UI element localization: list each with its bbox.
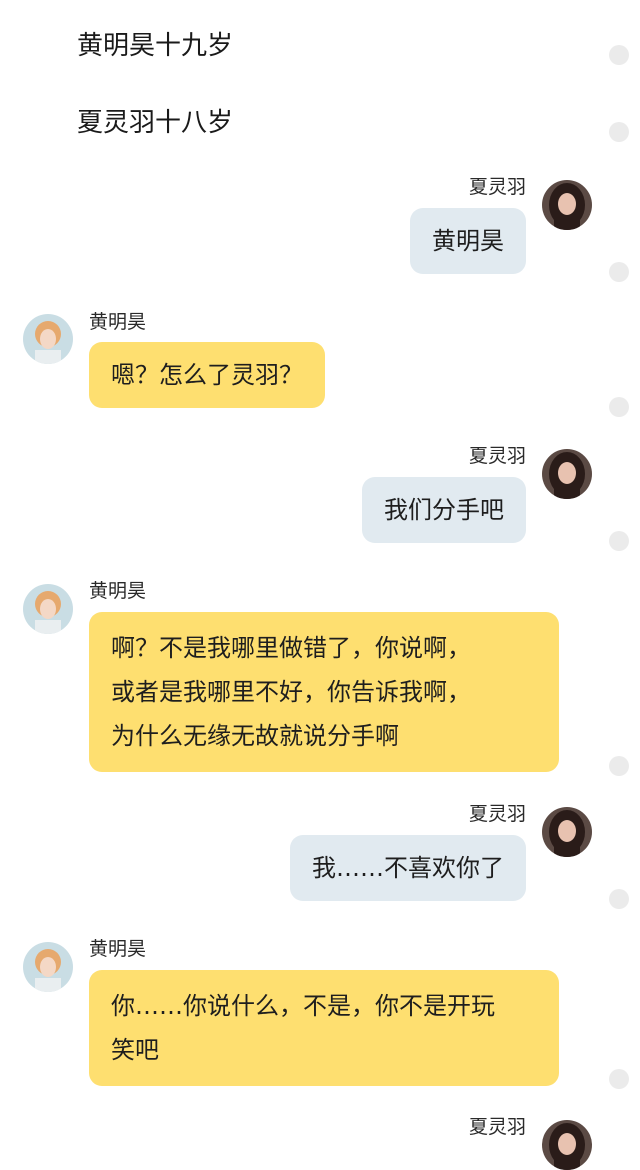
- status-dot-icon: [609, 45, 629, 65]
- his-avatar-icon[interactable]: [23, 942, 73, 992]
- sender-name: 夏灵羽: [468, 176, 526, 198]
- status-dot-icon: [609, 1069, 629, 1089]
- sender-name: 夏灵羽: [468, 803, 526, 825]
- message-line: 啊？不是我哪里做错了，你说啊，: [111, 634, 471, 662]
- message-bubble[interactable]: 我们分手吧: [362, 477, 526, 543]
- status-dot-icon: [609, 889, 629, 909]
- intro-line-2: 夏灵羽十八岁: [77, 108, 234, 138]
- my-avatar-icon[interactable]: [542, 1120, 592, 1170]
- message-line: 为什么无缘无故就说分手啊: [111, 722, 399, 750]
- status-dot-icon: [609, 756, 629, 776]
- message-bubble[interactable]: 嗯？怎么了灵羽？: [89, 342, 325, 408]
- message-bubble[interactable]: 我……不喜欢你了: [290, 835, 526, 901]
- sender-name: 夏灵羽: [468, 445, 526, 467]
- sender-name: 黄明昊: [89, 311, 147, 333]
- message-line: 你……你说什么，不是，你不是开玩: [111, 992, 495, 1020]
- sender-name: 黄明昊: [89, 580, 147, 602]
- his-avatar-icon[interactable]: [23, 314, 73, 364]
- message-line: 或者是我哪里不好，你告诉我啊，: [111, 678, 471, 706]
- status-dot-icon: [609, 262, 629, 282]
- status-dot-icon: [609, 531, 629, 551]
- his-avatar-icon[interactable]: [23, 584, 73, 634]
- message-bubble[interactable]: 你……你说什么，不是，你不是开玩 笑吧: [89, 970, 559, 1086]
- sender-name: 黄明昊: [89, 938, 147, 960]
- my-avatar-icon[interactable]: [542, 807, 592, 857]
- status-dot-icon: [609, 397, 629, 417]
- intro-line-1: 黄明昊十九岁: [77, 31, 234, 61]
- sender-name: 夏灵羽: [468, 1116, 526, 1138]
- message-bubble[interactable]: 黄明昊: [410, 208, 526, 274]
- message-bubble[interactable]: 啊？不是我哪里做错了，你说啊， 或者是我哪里不好，你告诉我啊， 为什么无缘无故就…: [89, 612, 559, 772]
- my-avatar-icon[interactable]: [542, 449, 592, 499]
- my-avatar-icon[interactable]: [542, 180, 592, 230]
- message-line: 笑吧: [111, 1036, 159, 1064]
- status-dot-icon: [609, 122, 629, 142]
